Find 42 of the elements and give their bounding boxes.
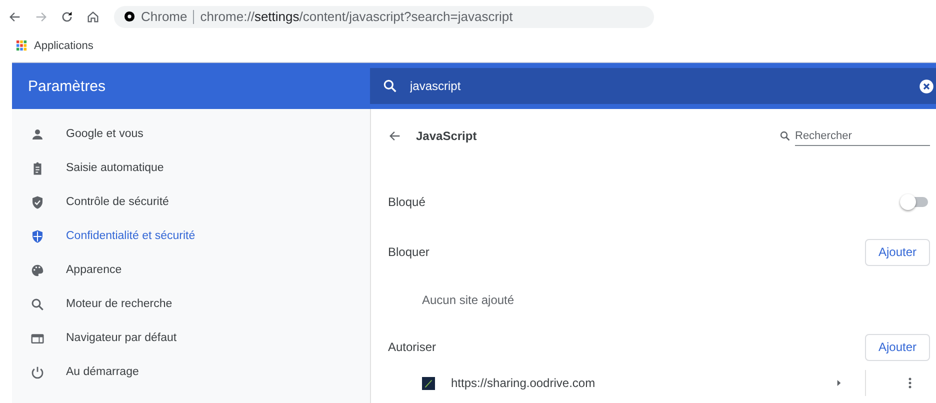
search-icon [382, 78, 398, 94]
shield-icon [30, 228, 45, 244]
palette-icon [30, 262, 45, 278]
site-url[interactable]: https://sharing.oodrive.com [451, 376, 835, 390]
address-bar[interactable]: Chrome chrome://settings/content/javascript?search=javascript [114, 6, 654, 28]
clear-search-icon[interactable] [919, 78, 934, 94]
sidebar-item[interactable]: Contrôle de sécurité [12, 185, 370, 219]
reload-icon[interactable] [60, 10, 74, 24]
search-field[interactable]: Rechercher [779, 126, 930, 146]
search-field[interactable]: javascript [410, 79, 907, 93]
back-arrow-icon[interactable] [388, 129, 402, 143]
site-info-icon [124, 11, 135, 22]
url-text: chrome://settings/content/javascript?search=javascript [200, 9, 513, 24]
bookmark-item[interactable]: Applications [16, 40, 94, 52]
empty-message: Aucun site ajouté [421, 292, 516, 308]
sidebar-item[interactable]: Google et vous [12, 117, 370, 151]
sidebar-item[interactable]: Moteur de recherche [12, 287, 370, 321]
page-title: JavaScript [416, 129, 478, 143]
section-title: Autoriser [388, 340, 436, 354]
site-label: Chrome [141, 10, 194, 24]
sidebar-item[interactable]: Apparence [12, 253, 370, 287]
settings-title: Paramètres [27, 76, 107, 96]
add-button[interactable]: Ajouter [865, 334, 930, 360]
sidebar-item[interactable]: Saisie automatique [12, 151, 370, 185]
sidebar-item[interactable]: Au démarrage [12, 355, 370, 389]
section-title: Bloquer [388, 245, 430, 259]
sidebar-item[interactable]: Confidentialité et sécurité [12, 219, 370, 253]
setting-label: Bloqué [388, 195, 426, 209]
sidebar-item[interactable]: Navigateur par défaut [12, 321, 370, 355]
search-bar[interactable]: javascript [370, 68, 936, 104]
back-arrow-icon[interactable] [8, 10, 22, 24]
search-icon [30, 296, 45, 312]
shield-check-icon [30, 194, 45, 210]
site-favicon-icon [422, 376, 435, 390]
home-icon[interactable] [86, 10, 100, 24]
apps-grid-icon [16, 40, 27, 51]
search-icon [779, 130, 791, 142]
expand-arrow-icon[interactable] [835, 379, 843, 387]
power-icon [30, 364, 45, 380]
toggle-switch[interactable] [902, 197, 928, 207]
add-button[interactable]: Ajouter [865, 238, 930, 266]
person-icon [30, 126, 45, 142]
